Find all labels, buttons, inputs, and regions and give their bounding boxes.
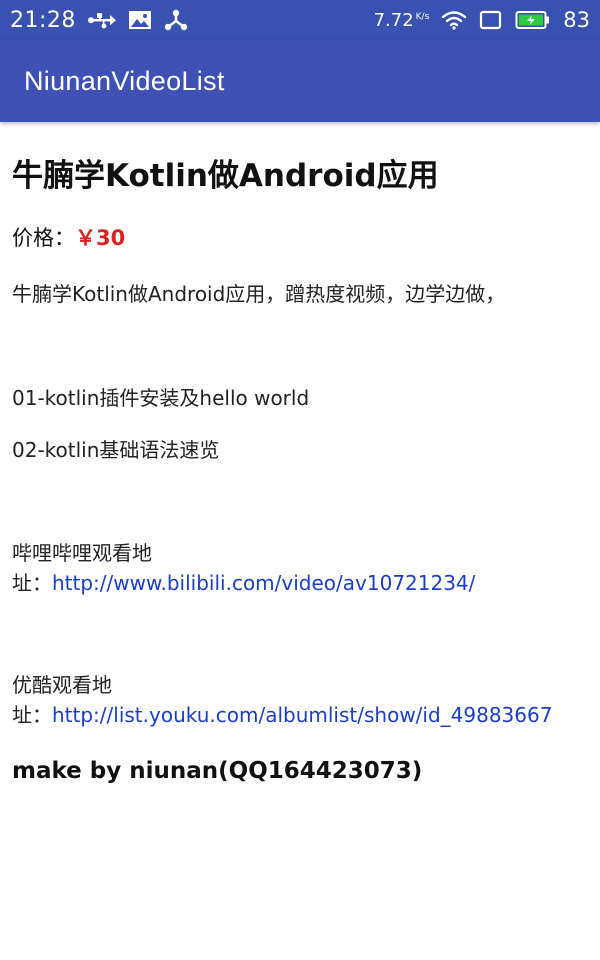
app-title: NiunanVideoList: [24, 65, 225, 96]
status-bar: 21:28 7.72 K/s 83: [0, 0, 600, 40]
youku-link[interactable]: http://list.youku.com/albumlist/show/id_…: [52, 703, 552, 727]
price-row: 价格：￥30: [12, 222, 125, 252]
episode-item: 01-kotlin插件安装及hello world: [12, 386, 310, 410]
status-bar-right: 7.72 K/s 83: [374, 8, 590, 32]
screen-icon: [479, 10, 503, 30]
app-bar: NiunanVideoList: [0, 40, 600, 122]
status-time: 21:28: [10, 7, 76, 33]
bilibili-label-suffix: 址：: [12, 571, 52, 595]
episode-item: 02-kotlin基础语法速览: [12, 438, 220, 462]
battery-icon: [515, 10, 551, 30]
course-title: 牛腩学Kotlin做Android应用: [12, 158, 439, 194]
price-value: ￥30: [75, 226, 126, 250]
network-speed-unit: K/s: [415, 11, 430, 22]
price-label: 价格：: [12, 226, 75, 250]
usb-icon: [87, 11, 116, 29]
youku-watch-block: 优酷观看地 址：http://list.youku.com/albumlist/…: [12, 670, 600, 730]
network-speed: 7.72 K/s: [374, 10, 430, 31]
youku-label-suffix: 址：: [12, 703, 52, 727]
status-bar-left: 21:28: [10, 8, 188, 33]
youku-label: 优酷观看地: [12, 673, 112, 697]
battery-level: 83: [563, 8, 590, 32]
image-icon: [128, 10, 152, 30]
author-credit: make by niunan(QQ164423073): [12, 758, 423, 784]
bilibili-link[interactable]: http://www.bilibili.com/video/av10721234…: [52, 571, 475, 595]
bilibili-label: 哔哩哔哩观看地: [12, 541, 152, 565]
network-speed-value: 7.72: [373, 9, 414, 31]
course-description: 牛腩学Kotlin做Android应用，蹭热度视频，边学边做，: [12, 282, 506, 306]
bilibili-watch-block: 哔哩哔哩观看地 址：http://www.bilibili.com/video/…: [12, 538, 600, 598]
share-icon: [164, 9, 188, 31]
wifi-icon: [441, 10, 467, 30]
